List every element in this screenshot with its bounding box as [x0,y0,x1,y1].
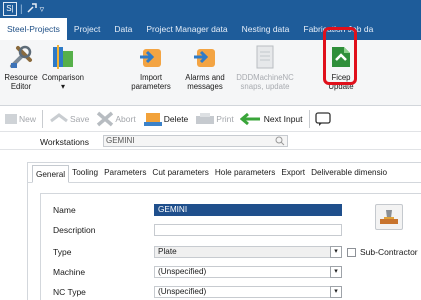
toolbar-divider [308,109,310,128]
save-label: Save [70,113,90,124]
tab-parameters[interactable]: Parameters [101,164,149,182]
general-form: Name GEMINI Description Type Plate ▾ Sub… [40,193,421,300]
type-value: Plate [158,247,177,256]
document-icon [256,45,274,69]
comment-button[interactable] [314,108,331,130]
tab-cut-parameters[interactable]: Cut parameters [149,164,211,182]
machine-label: Machine [53,267,86,277]
delete-label: Delete [163,113,189,124]
delete-button[interactable]: Delete [142,108,189,130]
ribbon: Resource Editor Comparison ▾ Import para… [0,40,421,106]
tab-project[interactable]: Project [67,18,107,40]
abort-icon [97,111,114,126]
tab-nesting-data[interactable]: Nesting data [235,18,297,40]
workstation-row: Workstations GEMINI [0,133,421,150]
chevron-down-icon[interactable]: ▾ [330,286,342,298]
machine-value: (Unspecified) [158,267,207,276]
ribbon-tabs: Steel-Projects Project Data Project Mana… [0,18,421,40]
name-label: Name [53,205,76,215]
import-icon [140,49,161,67]
tab-deliverable-dimensions[interactable]: Deliverable dimensio [308,164,390,182]
comparison-icon [53,45,73,69]
ddd-machine-button[interactable]: DDDMachineNC snaps, update [232,43,298,91]
tab-project-manager-data[interactable]: Project Manager data [139,18,234,40]
nc-type-label: NC Type [53,287,86,297]
abort-label: Abort [115,113,136,124]
toolbar-divider [42,109,44,128]
type-label: Type [53,247,72,257]
tab-hole-parameters[interactable]: Hole parameters [212,164,279,182]
name-input[interactable]: GEMINI [154,204,342,216]
resource-editor-label: Resource Editor [4,73,38,91]
machine-select[interactable]: (Unspecified) ▾ [154,266,342,278]
delete-icon [143,112,162,126]
new-icon [5,113,17,124]
new-label: New [19,113,37,124]
search-icon[interactable] [275,136,285,146]
machine-image-icon [380,210,398,224]
tab-general[interactable]: General [32,165,70,183]
app-icon[interactable]: S| [3,2,17,16]
tab-export[interactable]: Export [278,164,308,182]
workstation-image-button[interactable] [375,204,403,230]
type-select[interactable]: Plate ▾ [154,246,342,258]
save-button[interactable]: Save [48,108,89,130]
quick-access-dropdown-icon[interactable]: ▿ [40,4,45,15]
workstations-field[interactable]: GEMINI [103,135,288,147]
next-input-button[interactable]: Next Input [239,108,303,130]
alarms-messages-button[interactable]: Alarms and messages [177,43,233,91]
next-input-label: Next Input [263,113,303,124]
tools-icon [10,45,32,68]
alarms-icon [194,49,215,67]
import-parameters-button[interactable]: Import parameters [126,43,176,91]
title-separator: | [20,3,23,15]
toolbar: New Save Abort Delete Print Next Input [0,106,421,132]
abort-button[interactable]: Abort [95,108,136,130]
red-highlight-box [323,27,357,85]
comment-icon [314,111,331,126]
description-label: Description [53,225,96,235]
description-input[interactable] [154,224,342,236]
print-button[interactable]: Print [194,108,234,130]
ddd-machine-label: DDDMachineNC snaps, update [236,73,294,91]
print-icon [196,112,215,124]
comparison-dropdown-icon[interactable]: ▾ [61,82,65,91]
panel-tabs: General Tooling Parameters Cut parameter… [28,163,421,183]
nc-type-select[interactable]: (Unspecified) ▾ [154,286,342,298]
import-parameters-label: Import parameters [131,73,171,91]
workstations-label: Workstations [40,137,89,147]
tab-tooling[interactable]: Tooling [69,164,101,182]
comparison-button[interactable]: Comparison ▾ [40,43,86,91]
details-panel: General Tooling Parameters Cut parameter… [27,162,421,300]
tab-data[interactable]: Data [107,18,139,40]
chevron-down-icon[interactable]: ▾ [330,246,342,258]
resource-editor-button[interactable]: Resource Editor [3,43,39,91]
comparison-label: Comparison [41,73,85,82]
save-icon [50,112,68,122]
tab-steel-projects[interactable]: Steel-Projects [0,18,67,40]
nc-type-value: (Unspecified) [158,287,207,296]
chevron-down-icon[interactable]: ▾ [330,266,342,278]
print-label: Print [216,113,234,124]
new-button[interactable]: New [3,108,36,130]
sub-contractor-checkbox[interactable] [347,248,356,257]
workstations-value: GEMINI [106,136,135,145]
title-bar: S| | ▿ [0,0,421,18]
tools-icon[interactable] [26,2,38,16]
next-input-arrow-icon [239,112,260,125]
sub-contractor-label: Sub-Contractor [360,247,418,257]
alarms-messages-label: Alarms and messages [185,73,225,91]
